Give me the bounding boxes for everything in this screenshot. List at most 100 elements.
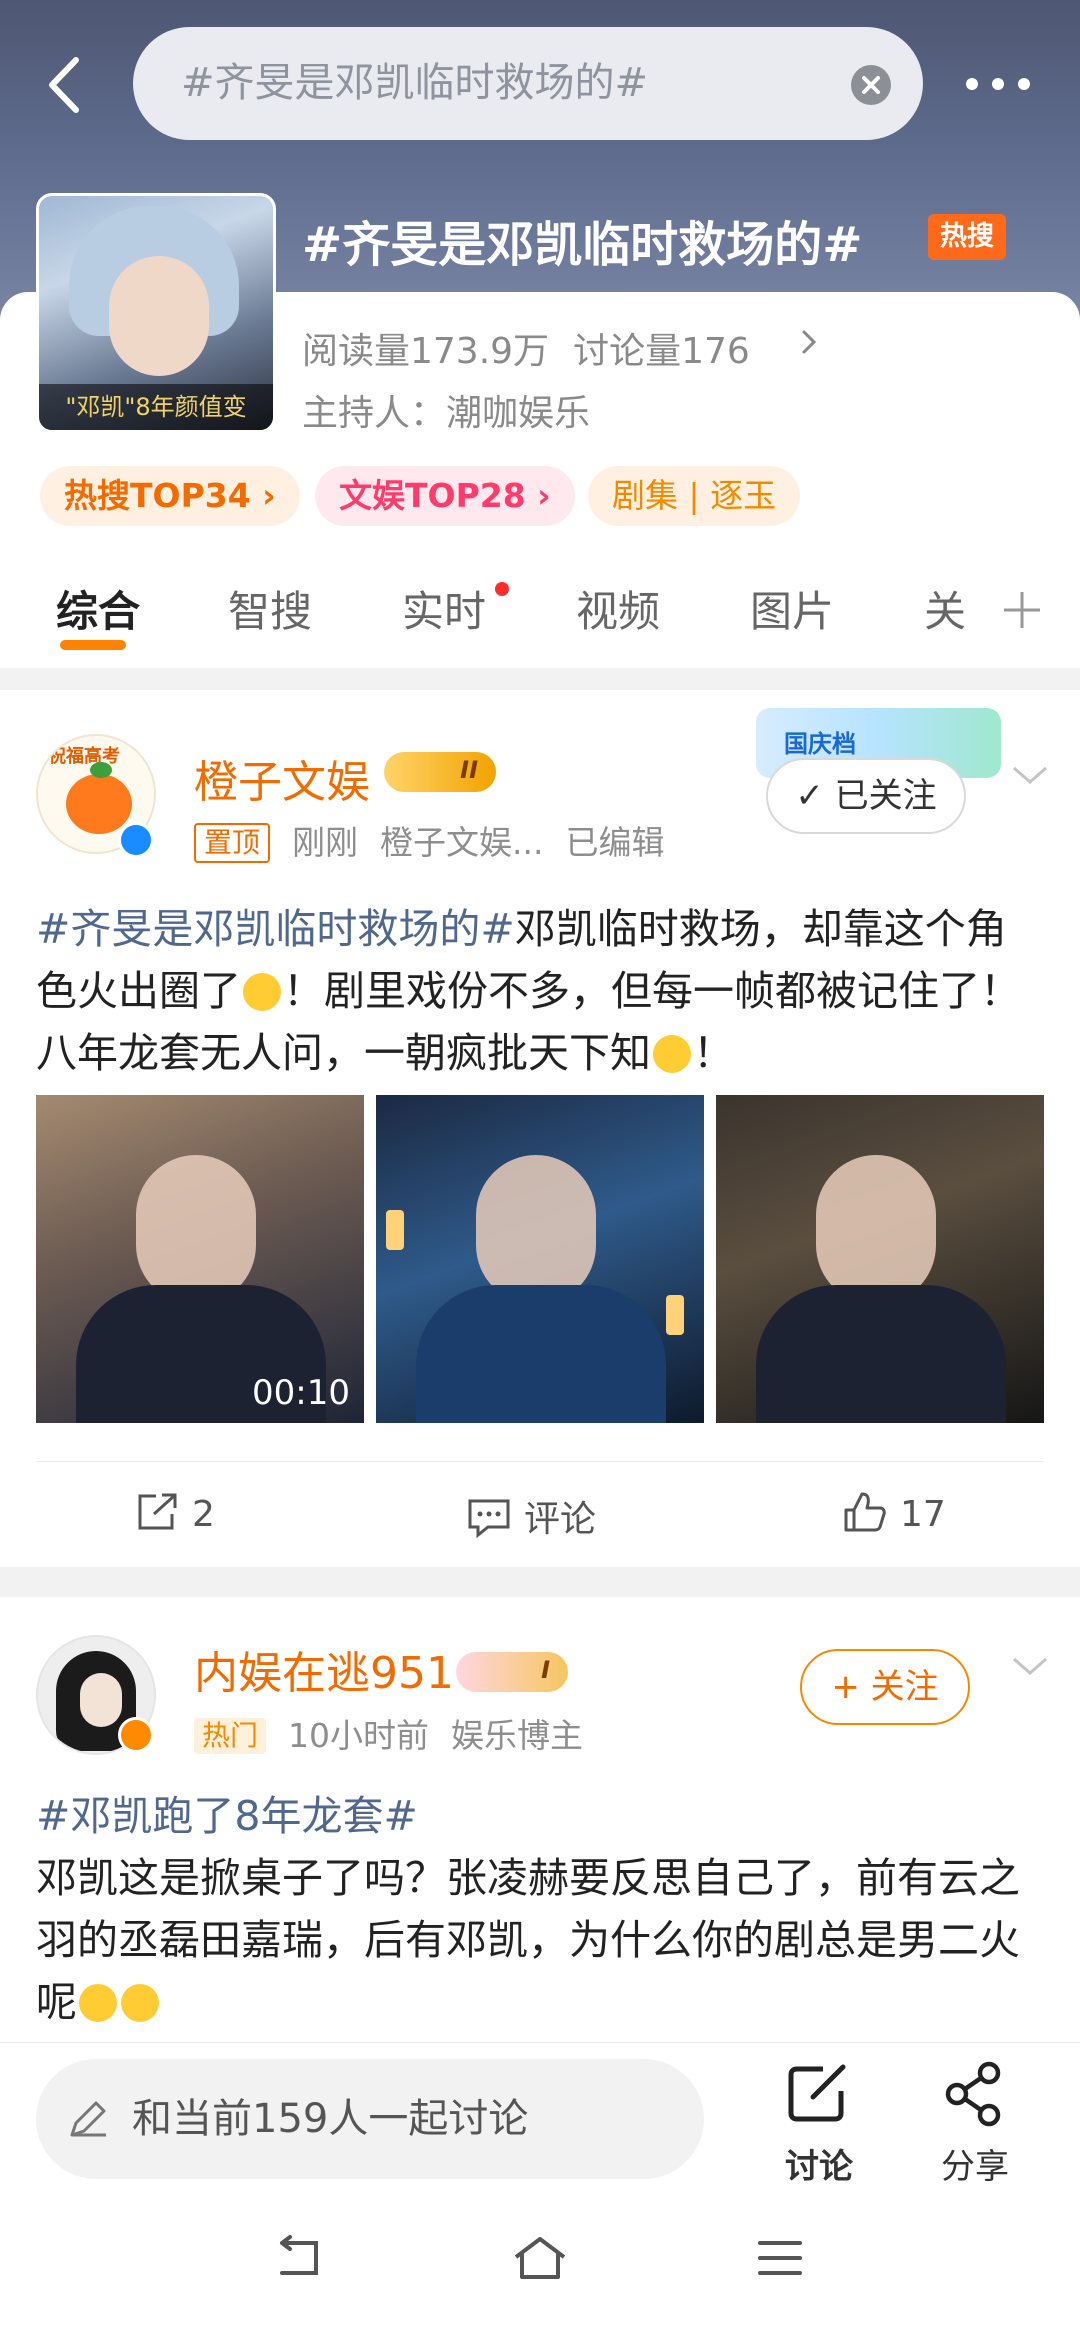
- orange-icon: [66, 774, 132, 834]
- level-badge: I: [456, 1652, 568, 1692]
- leaf-icon: [90, 762, 112, 778]
- festival-text: 国庆档: [784, 730, 856, 758]
- topic-title: #齐旻是邓凯临时救场的#: [302, 217, 863, 273]
- pinned-tag: 置顶: [194, 823, 271, 863]
- candle-shape: [386, 1210, 404, 1250]
- comment-button[interactable]: 评论: [466, 1490, 596, 1550]
- author-role: 娱乐博主: [451, 1716, 584, 1755]
- active-tab-indicator: [60, 640, 126, 650]
- post-text-part: ！: [693, 1029, 734, 1077]
- post-meta: 置顶 刚刚 橙子文娱... 已编辑: [194, 816, 687, 864]
- more-dot-icon: [1018, 78, 1030, 90]
- level-text: I: [541, 1656, 550, 1684]
- cover-caption: "邓凯"8年颜值变: [39, 384, 273, 430]
- like-button[interactable]: 17: [842, 1490, 946, 1550]
- plus-icon[interactable]: [1002, 590, 1042, 630]
- more-options-button[interactable]: [960, 64, 1040, 104]
- figure-head: [476, 1155, 596, 1305]
- read-count: 阅读量173.9万: [302, 331, 550, 372]
- menu-nav-icon[interactable]: [750, 2233, 810, 2283]
- level-text: II: [460, 756, 478, 784]
- back-button[interactable]: [40, 52, 90, 118]
- discuss-placeholder: 和当前159人一起讨论: [132, 2096, 529, 2142]
- figure-robe: [416, 1285, 666, 1423]
- hashtag-link[interactable]: #邓凯跑了8年龙套#: [36, 1792, 418, 1840]
- candle-shape: [666, 1295, 684, 1335]
- pencil-icon: [70, 2101, 106, 2137]
- drama-chip[interactable]: 剧集 | 逐玉: [588, 466, 801, 526]
- topic-tabs: 综合 智搜 实时 视频 图片 关: [0, 578, 1080, 668]
- speechless-emoji-icon: [79, 1984, 117, 2022]
- image-thumbnail[interactable]: [716, 1095, 1044, 1423]
- back-nav-icon[interactable]: [270, 2233, 330, 2283]
- crying-emoji-icon: [243, 973, 281, 1011]
- post-card[interactable]: 祝福高考 橙子文娱 II 置顶 刚刚 橙子文娱... 已编辑 国庆档 ✓ 已关注 #齐…: [0, 690, 1080, 1567]
- hot-search-badge: 热搜: [928, 214, 1006, 260]
- post-text: #邓凯跑了8年龙套# 邓凯这是掀桌子了吗？张凌赫要反思自己了，前有云之羽的丞磊田…: [36, 1785, 1046, 2033]
- topic-stats[interactable]: 阅读量173.9万 讨论量176: [302, 322, 774, 374]
- discuss-button[interactable]: 讨论: [764, 2061, 874, 2188]
- followed-button[interactable]: ✓ 已关注: [766, 758, 966, 834]
- post-source: 橙子文娱...: [380, 823, 544, 862]
- follow-button[interactable]: + 关注: [800, 1649, 970, 1725]
- comment-icon: [468, 1499, 510, 1539]
- topic-host[interactable]: 主持人：潮咖娱乐: [302, 384, 590, 436]
- discuss-input[interactable]: 和当前159人一起讨论: [36, 2059, 704, 2179]
- new-content-dot: [495, 582, 509, 596]
- post-text-part: 邓凯这是掀桌子了吗？张凌赫要反思自己了，前有云之羽的丞磊田嘉瑞，后有邓凯，为什么…: [36, 1854, 1020, 2026]
- post-text: #齐旻是邓凯临时救场的#邓凯临时救场，却靠这个角色火出圈了 ！剧里戏份不多，但每一…: [36, 898, 1046, 1084]
- figure-head: [136, 1155, 256, 1305]
- search-text: #齐旻是邓凯临时救场的#: [181, 60, 649, 106]
- surprised-emoji-icon: [653, 1035, 691, 1073]
- post-time: 10小时前: [288, 1716, 430, 1755]
- search-input[interactable]: #齐旻是邓凯临时救场的#: [133, 27, 923, 140]
- hashtag-link[interactable]: #齐旻是邓凯临时救场的#: [36, 905, 515, 953]
- chevron-down-icon[interactable]: [1010, 760, 1050, 790]
- video-duration: 00:10: [252, 1373, 350, 1413]
- share-out-icon: [138, 1493, 177, 1530]
- topic-cover-image[interactable]: "邓凯"8年颜值变: [36, 193, 276, 433]
- back-arrow-icon: [49, 57, 79, 113]
- edit-icon: [788, 2064, 846, 2122]
- more-dot-icon: [966, 78, 978, 90]
- more-dot-icon: [992, 78, 1004, 90]
- username[interactable]: 橙子文娱: [194, 746, 370, 810]
- post-card[interactable]: 内娱在逃951 I 热门 10小时前 娱乐博主 + 关注 #邓凯跑了8年龙套# 邓凯…: [0, 1597, 1080, 2047]
- like-count: 17: [900, 1494, 946, 1535]
- share-button[interactable]: 分享: [920, 2061, 1030, 2188]
- post-meta: 热门 10小时前 娱乐博主: [194, 1709, 605, 1757]
- bottom-bar: 和当前159人一起讨论 讨论 分享: [0, 2042, 1080, 2326]
- cover-face: [109, 256, 209, 376]
- figure-robe: [756, 1285, 1006, 1423]
- hot-search-rank-chip[interactable]: 热搜TOP34 ›: [40, 466, 300, 526]
- close-icon: [862, 76, 880, 94]
- image-thumbnail[interactable]: [376, 1095, 704, 1423]
- tab-images[interactable]: 图片: [750, 578, 834, 639]
- speechless-emoji-icon: [121, 1984, 159, 2022]
- tab-related[interactable]: 关: [924, 578, 966, 639]
- chevron-right-icon[interactable]: [795, 328, 823, 356]
- hot-tag: 热门: [194, 1718, 267, 1754]
- verified-icon: [118, 1717, 154, 1753]
- figure-head: [816, 1155, 936, 1305]
- tab-realtime[interactable]: 实时: [402, 578, 486, 639]
- share-label: 分享: [941, 2147, 1009, 2187]
- video-thumbnail[interactable]: 00:10: [36, 1095, 364, 1423]
- verified-icon: [118, 822, 154, 858]
- home-nav-icon[interactable]: [510, 2233, 570, 2283]
- edited-label: 已编辑: [565, 823, 665, 862]
- repost-button[interactable]: 2: [134, 1490, 215, 1550]
- tab-comprehensive[interactable]: 综合: [56, 578, 140, 639]
- clear-search-button[interactable]: [851, 65, 891, 105]
- share-icon: [945, 2061, 1001, 2127]
- discuss-label: 讨论: [785, 2147, 853, 2187]
- tab-smart-search[interactable]: 智搜: [228, 578, 312, 639]
- chevron-down-icon[interactable]: [1010, 1651, 1050, 1681]
- post-time: 刚刚: [292, 823, 359, 862]
- username[interactable]: 内娱在逃951: [194, 1637, 454, 1701]
- thumbs-up-icon: [844, 1492, 886, 1532]
- entertainment-rank-chip[interactable]: 文娱TOP28 ›: [315, 466, 575, 526]
- divider: [36, 1461, 1044, 1462]
- discussion-count: 讨论量176: [573, 331, 750, 372]
- tab-video[interactable]: 视频: [576, 578, 660, 639]
